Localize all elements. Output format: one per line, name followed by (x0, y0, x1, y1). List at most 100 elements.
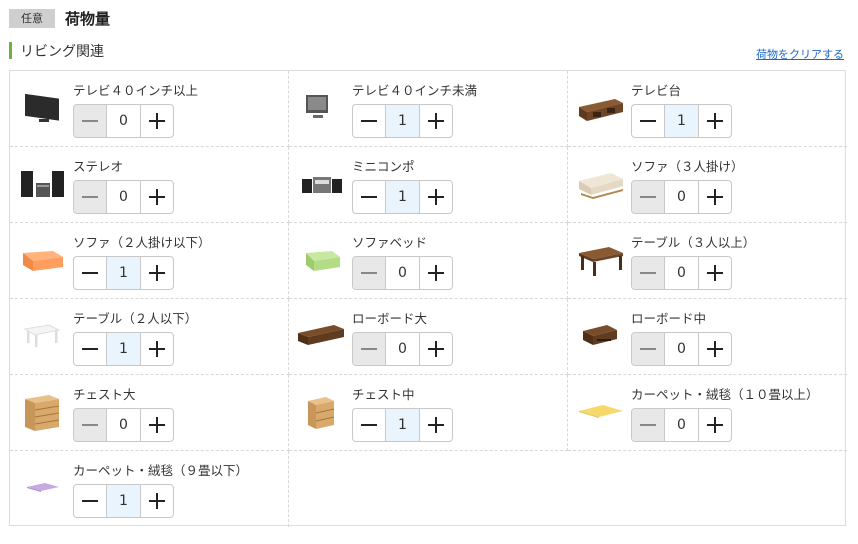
item-label: テレビ４０インチ未満 (352, 83, 478, 98)
decrement-button[interactable] (74, 409, 107, 441)
item-cell: チェスト大 0 (10, 375, 289, 451)
quantity-stepper: 1 (631, 104, 732, 138)
quantity-value[interactable]: 0 (665, 333, 698, 365)
increment-button[interactable] (140, 333, 173, 365)
minus-icon (361, 347, 377, 351)
increment-button[interactable] (419, 257, 452, 289)
item-label: カーペット・絨毯（９畳以下） (73, 463, 249, 478)
decrement-button[interactable] (632, 333, 665, 365)
item-label: ソファ（３人掛け） (631, 159, 744, 174)
decrement-button[interactable] (632, 105, 665, 137)
item-cell: ミニコンポ 1 (289, 147, 568, 223)
decrement-button[interactable] (353, 181, 386, 213)
mini-component-icon (302, 177, 342, 193)
item-cell: テレビ４０インチ以上 0 (10, 71, 289, 147)
increment-button[interactable] (140, 105, 173, 137)
quantity-value[interactable]: 0 (665, 181, 698, 213)
quantity-stepper: 0 (631, 180, 732, 214)
increment-button[interactable] (140, 181, 173, 213)
quantity-value[interactable]: 1 (665, 105, 698, 137)
stereo-icon (21, 171, 64, 197)
decrement-button[interactable] (353, 257, 386, 289)
increment-button[interactable] (140, 409, 173, 441)
section-header: リビング関連 荷物をクリアする (9, 40, 846, 62)
item-label: カーペット・絨毯（１０畳以上） (631, 387, 819, 402)
sofa-bed-icon (306, 251, 340, 271)
minus-icon (361, 423, 377, 427)
decrement-button[interactable] (74, 333, 107, 365)
minus-icon (640, 119, 656, 123)
item-cell: ローボード中 0 (568, 299, 847, 375)
quantity-value[interactable]: 1 (386, 105, 419, 137)
quantity-value[interactable]: 1 (107, 485, 140, 517)
quantity-value[interactable]: 1 (107, 257, 140, 289)
increment-button[interactable] (140, 257, 173, 289)
table-small-icon (23, 324, 61, 347)
decrement-button[interactable] (74, 105, 107, 137)
minus-icon (82, 499, 98, 503)
decrement-button[interactable] (353, 333, 386, 365)
quantity-value[interactable]: 0 (665, 409, 698, 441)
minus-icon (82, 119, 98, 123)
quantity-value[interactable]: 1 (107, 333, 140, 365)
minus-icon (361, 119, 377, 123)
quantity-stepper: 0 (352, 332, 453, 366)
minus-icon (82, 347, 98, 351)
increment-button[interactable] (419, 105, 452, 137)
decrement-button[interactable] (632, 181, 665, 213)
item-label: テーブル（２人以下） (73, 311, 198, 326)
increment-button[interactable] (698, 409, 731, 441)
increment-button[interactable] (698, 105, 731, 137)
item-cell: ソファベッド 0 (289, 223, 568, 299)
item-cell: テレビ台 1 (568, 71, 847, 147)
item-cell: ローボード大 0 (289, 299, 568, 375)
quantity-stepper: 1 (352, 408, 453, 442)
tv-stand-icon (579, 99, 623, 121)
quantity-value[interactable]: 1 (386, 409, 419, 441)
section-accent-bar (9, 42, 12, 59)
item-label: ミニコンポ (352, 159, 415, 174)
item-cell: ソファ（３人掛け） 0 (568, 147, 847, 223)
minus-icon (361, 195, 377, 199)
section-title: リビング関連 (20, 44, 104, 60)
decrement-button[interactable] (353, 409, 386, 441)
decrement-button[interactable] (74, 485, 107, 517)
quantity-value[interactable]: 0 (107, 181, 140, 213)
increment-button[interactable] (698, 333, 731, 365)
quantity-value[interactable]: 0 (665, 257, 698, 289)
lowboard-medium-icon (583, 325, 617, 345)
quantity-stepper: 0 (352, 256, 453, 290)
quantity-value[interactable]: 1 (386, 181, 419, 213)
increment-button[interactable] (419, 409, 452, 441)
item-label: テレビ４０インチ以上 (73, 83, 199, 98)
increment-button[interactable] (419, 181, 452, 213)
item-cell: テレビ４０インチ未満 1 (289, 71, 568, 147)
quantity-value[interactable]: 0 (386, 333, 419, 365)
quantity-value[interactable]: 0 (386, 257, 419, 289)
clear-items-link[interactable]: 荷物をクリアする (756, 46, 844, 62)
increment-button[interactable] (698, 257, 731, 289)
quantity-stepper: 0 (73, 180, 174, 214)
item-cell: テーブル（２人以下） 1 (10, 299, 289, 375)
minus-icon (82, 271, 98, 275)
decrement-button[interactable] (353, 105, 386, 137)
minus-icon (640, 195, 656, 199)
increment-button[interactable] (140, 485, 173, 517)
decrement-button[interactable] (632, 409, 665, 441)
quantity-stepper: 1 (352, 180, 453, 214)
item-cell: テーブル（３人以上） 0 (568, 223, 847, 299)
decrement-button[interactable] (74, 257, 107, 289)
lowboard-large-icon (298, 325, 344, 345)
item-label: チェスト大 (73, 387, 136, 402)
increment-button[interactable] (698, 181, 731, 213)
decrement-button[interactable] (632, 257, 665, 289)
sofa-2-seater-icon (23, 251, 63, 271)
item-cell: ソファ（２人掛け以下） 1 (10, 223, 289, 299)
increment-button[interactable] (419, 333, 452, 365)
item-label: ローボード中 (631, 311, 707, 326)
quantity-value[interactable]: 0 (107, 409, 140, 441)
decrement-button[interactable] (74, 181, 107, 213)
items-grid: テレビ４０インチ以上 0 テレビ４０インチ未満 1 テレビ台 1 ステレオ 0 ミニコンポ 1 ソフ… (9, 70, 847, 527)
quantity-value[interactable]: 0 (107, 105, 140, 137)
optional-badge: 任意 (9, 8, 55, 28)
